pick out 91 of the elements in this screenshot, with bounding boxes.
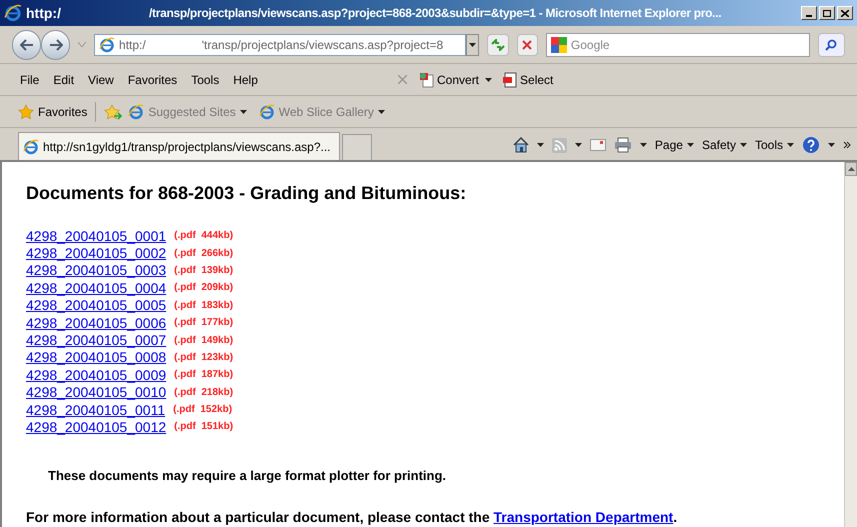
- back-arrow-icon: [20, 38, 34, 50]
- search-provider-icon: [550, 36, 567, 52]
- page-heading: Documents for 868-2003 - Grading and Bituminous:: [26, 182, 468, 205]
- document-icon: [502, 72, 518, 88]
- file-size: (.pdf 187kb): [174, 368, 234, 382]
- file-size: (.pdf 152kb): [173, 403, 232, 418]
- caret-icon: [828, 143, 835, 147]
- menu-item[interactable]: Favorites: [128, 70, 178, 88]
- document-icon: [419, 72, 435, 88]
- close-icon: [841, 10, 849, 16]
- file-size: (.pdf 183kb): [174, 298, 234, 313]
- command-menu-button[interactable]: Tools: [754, 136, 794, 154]
- browser-icon: [99, 36, 116, 52]
- chevron-icon[interactable]: [843, 141, 851, 149]
- document-link[interactable]: 4298_20040105_0005: [26, 298, 166, 312]
- search-icon: [825, 38, 838, 50]
- file-size: (.pdf 123kb): [174, 350, 234, 365]
- browser-icon: [258, 104, 275, 120]
- file-size: (.pdf 209kb): [174, 281, 234, 296]
- caret-icon: [740, 143, 747, 147]
- document-link[interactable]: 4298_20040105_0003: [26, 263, 166, 278]
- search-input[interactable]: Google: [570, 36, 771, 54]
- forward-arrow-icon: [48, 38, 63, 50]
- file-size: (.pdf 177kb): [174, 316, 234, 330]
- star-icon: [18, 104, 34, 120]
- caret-icon: [485, 78, 492, 82]
- caret-icon: [536, 143, 544, 147]
- file-size: (.pdf 266kb): [174, 246, 234, 261]
- document-link[interactable]: 4298_20040105_0010: [26, 385, 166, 400]
- forward-button[interactable]: [41, 30, 70, 60]
- caret-icon: [574, 143, 582, 147]
- select-button[interactable]: Select: [502, 70, 554, 88]
- stop-icon: [522, 40, 532, 50]
- file-size: (.pdf 444kb): [174, 229, 234, 244]
- document-link[interactable]: 4298_20040105_0001: [26, 228, 166, 243]
- refresh-button[interactable]: [487, 34, 509, 56]
- close-button[interactable]: [837, 6, 853, 20]
- address-field[interactable]: http:/ 'transp/projectplans/viewscans.asp?project=8: [94, 34, 466, 56]
- printing-note: These documents may require a large format plotter for printing.: [48, 466, 448, 485]
- menu-item[interactable]: Tools: [191, 70, 220, 88]
- printer-icon[interactable]: [614, 137, 632, 153]
- browser-icon: [128, 104, 144, 120]
- maximize-button[interactable]: [819, 6, 835, 20]
- browser-tab[interactable]: http://sn1gyldg1/transp/projectplans/viewscans.asp?...: [18, 132, 340, 160]
- menu-item[interactable]: View: [88, 70, 114, 88]
- command-menu-button[interactable]: Page: [654, 136, 694, 154]
- search-button[interactable]: [818, 32, 845, 56]
- command-menu-button[interactable]: Safety: [702, 136, 747, 154]
- favorites-button[interactable]: Favorites: [18, 102, 88, 120]
- file-size: (.pdf 151kb): [174, 420, 234, 434]
- address-text: http:/: [119, 36, 146, 54]
- caret-icon: [640, 143, 647, 147]
- menu-item[interactable]: Edit: [53, 70, 74, 88]
- window-title: /transp/projectplans/viewscans.asp?project=868-2003&subdir=&type=1 - Microsoft Internet Explorer pro...: [148, 5, 722, 22]
- minimize-button[interactable]: [801, 6, 817, 20]
- document-link[interactable]: 4298_20040105_0002: [26, 246, 166, 260]
- search-field[interactable]: Google: [546, 32, 810, 56]
- window-title: http:/: [26, 4, 61, 23]
- browser-icon: [4, 4, 22, 22]
- browser-icon: [23, 138, 39, 154]
- menu-item[interactable]: File: [20, 70, 40, 88]
- help-icon[interactable]: [802, 136, 820, 154]
- home-icon[interactable]: [512, 137, 529, 153]
- department-link[interactable]: Transportation Department: [494, 509, 674, 526]
- file-size: (.pdf 149kb): [174, 334, 234, 348]
- refresh-icon: [490, 38, 505, 50]
- scroll-up-icon[interactable]: [848, 167, 854, 171]
- back-button[interactable]: [12, 30, 42, 60]
- document-link[interactable]: 4298_20040105_0008: [26, 350, 166, 364]
- document-link[interactable]: 4298_20040105_0006: [26, 316, 166, 330]
- file-size: (.pdf 139kb): [174, 264, 234, 278]
- caret-icon: [686, 143, 694, 147]
- document-link[interactable]: 4298_20040105_0004: [26, 280, 166, 295]
- convert-button[interactable]: Convert: [419, 70, 480, 88]
- document-link[interactable]: 4298_20040105_0012: [26, 420, 166, 434]
- contact-sentence: For more information about a particular document, please contact the Transportation Department.: [26, 508, 678, 527]
- mail-icon[interactable]: [590, 139, 606, 151]
- address-text: 'transp/projectplans/viewscans.asp?project=8: [202, 36, 444, 54]
- dropdown-button[interactable]: [466, 34, 480, 56]
- caret-icon: [468, 42, 476, 46]
- caret-icon: [378, 110, 385, 114]
- document-link[interactable]: 4298_20040105_0011: [26, 402, 166, 417]
- menu-item[interactable]: Help: [233, 70, 258, 88]
- caret-icon: [787, 143, 794, 147]
- maximize-icon: [823, 10, 831, 16]
- stop-button[interactable]: [516, 34, 538, 56]
- document-link[interactable]: 4298_20040105_0009: [26, 368, 166, 382]
- caret-icon: [240, 110, 247, 114]
- file-size: (.pdf 218kb): [174, 386, 234, 400]
- scrollbar[interactable]: [844, 162, 857, 527]
- document-link[interactable]: 4298_20040105_0007: [26, 333, 166, 348]
